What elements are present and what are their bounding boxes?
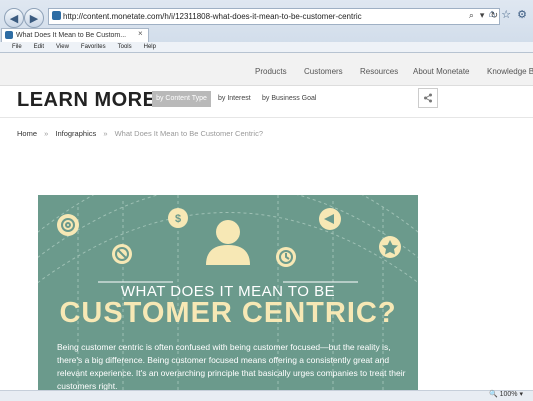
target-icon bbox=[57, 214, 79, 236]
address-bar[interactable]: http://content.monetate.com/h/i/12311808… bbox=[48, 8, 500, 25]
close-tab-icon[interactable]: × bbox=[138, 29, 143, 38]
breadcrumb-separator: » bbox=[44, 129, 49, 138]
person-body-icon bbox=[206, 245, 250, 265]
share-icon bbox=[424, 93, 432, 103]
nav-products[interactable]: Products bbox=[255, 67, 287, 76]
infographic-paragraph: Being customer centric is often confused… bbox=[57, 342, 406, 391]
menu-favorites[interactable]: Favorites bbox=[81, 42, 106, 52]
nav-knowledge[interactable]: Knowledge B bbox=[487, 67, 533, 76]
menu-help[interactable]: Help bbox=[144, 42, 156, 52]
share-button[interactable] bbox=[418, 88, 438, 108]
favorites-star-icon[interactable]: ☆ bbox=[501, 8, 511, 21]
site-favicon-icon bbox=[52, 11, 61, 20]
zoom-value: 100% bbox=[499, 391, 518, 398]
menu-edit[interactable]: Edit bbox=[34, 42, 44, 52]
breadcrumb-infographics[interactable]: Infographics bbox=[55, 129, 96, 138]
filter-content-type[interactable]: by Content Type bbox=[152, 91, 211, 107]
page-heading: LEARN MORE bbox=[17, 89, 157, 111]
menu-file[interactable]: File bbox=[12, 42, 22, 52]
toolbar-icons: ⌂ ☆ ⚙ bbox=[489, 8, 527, 21]
filter-interest[interactable]: by Interest bbox=[218, 95, 251, 102]
tab-favicon-icon bbox=[5, 31, 13, 39]
breadcrumb-separator: » bbox=[103, 129, 108, 138]
menu-tools[interactable]: Tools bbox=[118, 42, 132, 52]
breadcrumb-current: What Does It Mean to Be Customer Centric… bbox=[114, 129, 263, 138]
header-divider bbox=[0, 117, 533, 118]
zoom-level[interactable]: 🔍 100% ▾ bbox=[489, 390, 523, 400]
nav-about[interactable]: About Monetate bbox=[413, 67, 469, 76]
nav-resources[interactable]: Resources bbox=[360, 67, 398, 76]
menu-view[interactable]: View bbox=[56, 42, 69, 52]
nav-customers[interactable]: Customers bbox=[304, 67, 343, 76]
menu-bar: File Edit View Favorites Tools Help bbox=[0, 42, 533, 52]
search-icon[interactable]: ⌕ bbox=[469, 10, 474, 21]
back-button[interactable]: ◀ bbox=[4, 8, 24, 28]
forward-button[interactable]: ▶ bbox=[24, 8, 44, 28]
filter-business-goal[interactable]: by Business Goal bbox=[262, 95, 316, 102]
person-head-icon bbox=[216, 220, 240, 244]
breadcrumb: Home » Infographics » What Does It Mean … bbox=[17, 129, 263, 138]
breadcrumb-home[interactable]: Home bbox=[17, 129, 37, 138]
dropdown-icon[interactable]: ▾ bbox=[480, 10, 485, 21]
home-icon[interactable]: ⌂ bbox=[489, 8, 496, 21]
status-bar bbox=[0, 390, 533, 401]
infographic-title-line2: CUSTOMER CENTRIC? bbox=[59, 297, 397, 329]
svg-text:$: $ bbox=[175, 213, 181, 225]
settings-gear-icon[interactable]: ⚙ bbox=[517, 8, 527, 21]
browser-tab[interactable]: What Does It Mean to Be Custom... bbox=[1, 28, 149, 42]
